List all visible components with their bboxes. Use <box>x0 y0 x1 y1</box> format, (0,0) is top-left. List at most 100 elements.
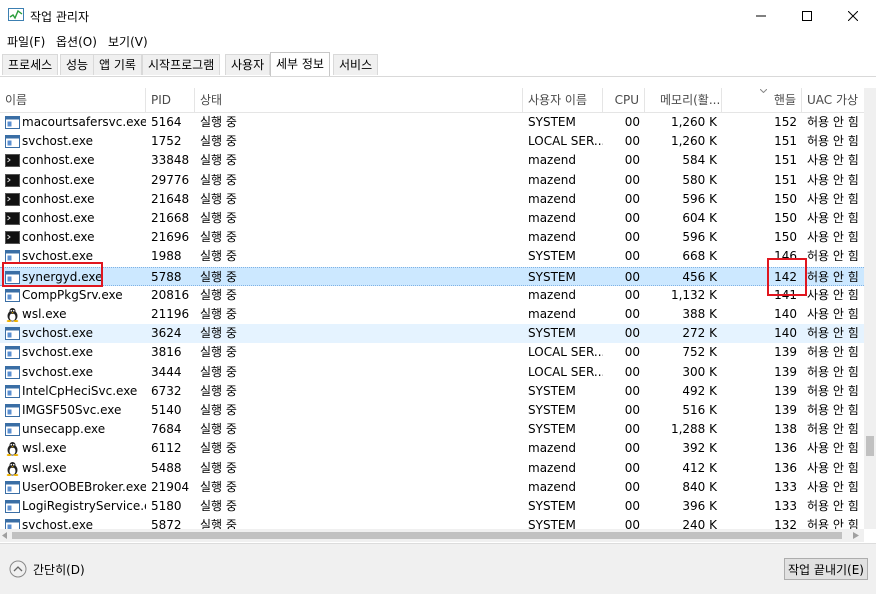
cell-name: wsl.exe <box>0 305 146 324</box>
cell-cpu: 00 <box>624 172 640 187</box>
cell-status: 실행 중 <box>200 134 237 149</box>
tab-startup[interactable]: 시작프로그램 <box>142 54 221 75</box>
cell-name: wsl.exe <box>0 439 146 458</box>
minimize-icon <box>756 15 766 16</box>
title-bar: 작업 관리자 <box>0 0 876 31</box>
cell-status: 실행 중 <box>200 479 237 494</box>
column-header-memory[interactable]: 메모리(활... <box>645 88 722 112</box>
table-row[interactable]: conhost.exe 33848 실행 중 mazend 00 584 K 151 사용 안… <box>0 151 864 170</box>
horizontal-scrollbar[interactable] <box>0 529 864 542</box>
cell-handles: 136 <box>774 460 797 475</box>
cell-user: SYSTEM <box>528 115 576 129</box>
column-header-user[interactable]: 사용자 이름 <box>523 88 603 112</box>
table-row[interactable]: UserOOBEBroker.exe 21904 실행 중 mazend 00 840 K… <box>0 478 864 497</box>
cell-cpu: 00 <box>624 249 640 264</box>
column-header-cpu[interactable]: CPU <box>603 88 645 112</box>
table-row[interactable]: wsl.exe 6112 실행 중 mazend 00 392 K 136 사용 안 힘 <box>0 439 864 458</box>
end-task-button[interactable]: 작업 끝내기(E) <box>784 558 868 580</box>
cell-uac: 허용 안 힘 <box>807 422 859 437</box>
cell-cpu: 00 <box>624 460 640 475</box>
fewer-details-label: 간단히(D) <box>33 562 85 577</box>
cell-uac: 사용 안 힘 <box>807 441 859 456</box>
application-window-icon <box>5 480 20 495</box>
cell-pid: 5788 <box>151 269 182 284</box>
table-row[interactable]: CompPkgSrv.exe 20816 실행 중 mazend 00 1,132 K 14… <box>0 286 864 305</box>
table-row[interactable]: conhost.exe 21648 실행 중 mazend 00 596 K 150 사용 안… <box>0 190 864 209</box>
cell-status: 실행 중 <box>200 422 237 437</box>
cell-name: conhost.exe <box>0 151 146 170</box>
minimize-button[interactable] <box>738 0 784 31</box>
cell-pid: 5180 <box>151 499 182 513</box>
cell-memory: 840 K <box>682 479 717 494</box>
table-row[interactable]: conhost.exe 29776 실행 중 mazend 00 580 K 151 사용 안… <box>0 171 864 190</box>
table-row[interactable]: wsl.exe 5488 실행 중 mazend 00 412 K 136 사용 안 힘 <box>0 459 864 478</box>
table-row[interactable]: svchost.exe 5872 실행 중 SYSTEM 00 240 K 132 허용 안 … <box>0 516 864 529</box>
cell-user: mazend <box>528 287 576 302</box>
menu-file[interactable]: 파일(F) <box>7 33 45 50</box>
menu-options[interactable]: 옵션(O) <box>56 33 97 50</box>
table-row[interactable]: IntelCpHeciSvc.exe 6732 실행 중 SYSTEM 00 492 K 1… <box>0 382 864 401</box>
cell-user: mazend <box>528 479 576 494</box>
table-row[interactable]: svchost.exe 3816 실행 중 LOCAL SER... 00 752 K 13… <box>0 343 864 362</box>
cell-status: 실행 중 <box>200 441 237 456</box>
table-row[interactable]: IMGSF50Svc.exe 5140 실행 중 SYSTEM 00 516 K 139 허용… <box>0 401 864 420</box>
cell-uac: 허용 안 힘 <box>807 115 859 129</box>
scroll-left-icon[interactable] <box>2 532 8 539</box>
process-name-text: UserOOBEBroker.exe <box>22 479 146 494</box>
process-name-text: IntelCpHeciSvc.exe <box>22 383 138 398</box>
table-row[interactable]: LogiRegistryService.e... 5180 실행 중 SYSTEM 00… <box>0 497 864 516</box>
cell-status: 실행 중 <box>200 345 237 360</box>
column-header-pid[interactable]: PID <box>146 88 195 112</box>
cell-uac: 허용 안 힘 <box>807 345 859 360</box>
cell-name: svchost.exe <box>0 324 146 343</box>
table-row[interactable]: synergyd.exe 5788 실행 중 SYSTEM 00 456 K 142 허용 안… <box>0 266 864 286</box>
cell-memory: 1,132 K <box>670 287 717 302</box>
table-row[interactable]: conhost.exe 21696 실행 중 mazend 00 596 K 150 사용 안… <box>0 228 864 247</box>
table-row[interactable]: svchost.exe 1988 실행 중 SYSTEM 00 668 K 146 허용 안 … <box>0 247 864 266</box>
cell-cpu: 00 <box>624 287 640 302</box>
cell-user: SYSTEM <box>528 249 576 264</box>
table-row[interactable]: svchost.exe 1752 실행 중 LOCAL SER... 00 1,260 K… <box>0 132 864 151</box>
cell-uac: 허용 안 힘 <box>807 249 859 264</box>
table-row[interactable]: unsecapp.exe 7684 실행 중 SYSTEM 00 1,288 K 138 허용… <box>0 420 864 439</box>
linux-penguin-icon <box>5 461 20 476</box>
table-row[interactable]: macourtsafersvc.exe 5164 실행 중 SYSTEM 00 1,260… <box>0 113 864 132</box>
task-manager-icon <box>8 8 24 21</box>
cell-user: mazend <box>528 172 576 187</box>
horizontal-scroll-thumb[interactable] <box>12 532 842 539</box>
fewer-details-button[interactable]: 간단히(D) <box>9 560 85 578</box>
cell-uac: 사용 안 힘 <box>807 230 859 245</box>
cell-handles: 139 <box>774 345 797 360</box>
tab-performance[interactable]: 성능 <box>60 54 95 75</box>
cell-pid: 7684 <box>151 422 182 437</box>
vertical-scrollbar[interactable] <box>864 88 876 529</box>
maximize-button[interactable] <box>784 0 830 31</box>
tab-processes[interactable]: 프로세스 <box>2 54 59 75</box>
table-row[interactable]: svchost.exe 3624 실행 중 SYSTEM 00 272 K 140 허용 안 … <box>0 324 864 344</box>
cell-status: 실행 중 <box>200 153 237 168</box>
cell-status: 실행 중 <box>200 287 237 302</box>
tab-details[interactable]: 세부 정보 <box>270 52 330 76</box>
highlight-box-process-name <box>2 262 103 287</box>
vertical-scroll-thumb[interactable] <box>866 436 874 456</box>
column-header-status[interactable]: 상태 <box>195 88 523 112</box>
table-row[interactable]: wsl.exe 21196 실행 중 mazend 00 388 K 140 사용 안 힘 <box>0 305 864 324</box>
menu-view[interactable]: 보기(V) <box>108 33 148 50</box>
table-row[interactable]: svchost.exe 3444 실행 중 LOCAL SER... 00 300 K 13… <box>0 363 864 382</box>
close-button[interactable] <box>830 0 876 31</box>
application-window-icon <box>5 365 20 380</box>
column-header-uac[interactable]: UAC 가상 <box>802 88 864 112</box>
scroll-right-icon[interactable] <box>853 532 859 539</box>
console-window-icon <box>5 211 20 226</box>
tab-users[interactable]: 사용자 <box>225 54 271 75</box>
tab-services[interactable]: 서비스 <box>333 54 379 75</box>
cell-user: SYSTEM <box>528 499 576 513</box>
application-window-icon <box>5 403 20 418</box>
table-row[interactable]: conhost.exe 21668 실행 중 mazend 00 604 K 150 사용 안… <box>0 209 864 228</box>
highlight-box-handles <box>767 258 807 296</box>
process-name-text: wsl.exe <box>22 307 67 321</box>
column-header-name[interactable]: 이름 <box>0 88 146 112</box>
process-name-text: svchost.exe <box>22 326 93 341</box>
tab-app-history[interactable]: 앱 기록 <box>93 54 142 75</box>
cell-cpu: 00 <box>624 307 640 321</box>
